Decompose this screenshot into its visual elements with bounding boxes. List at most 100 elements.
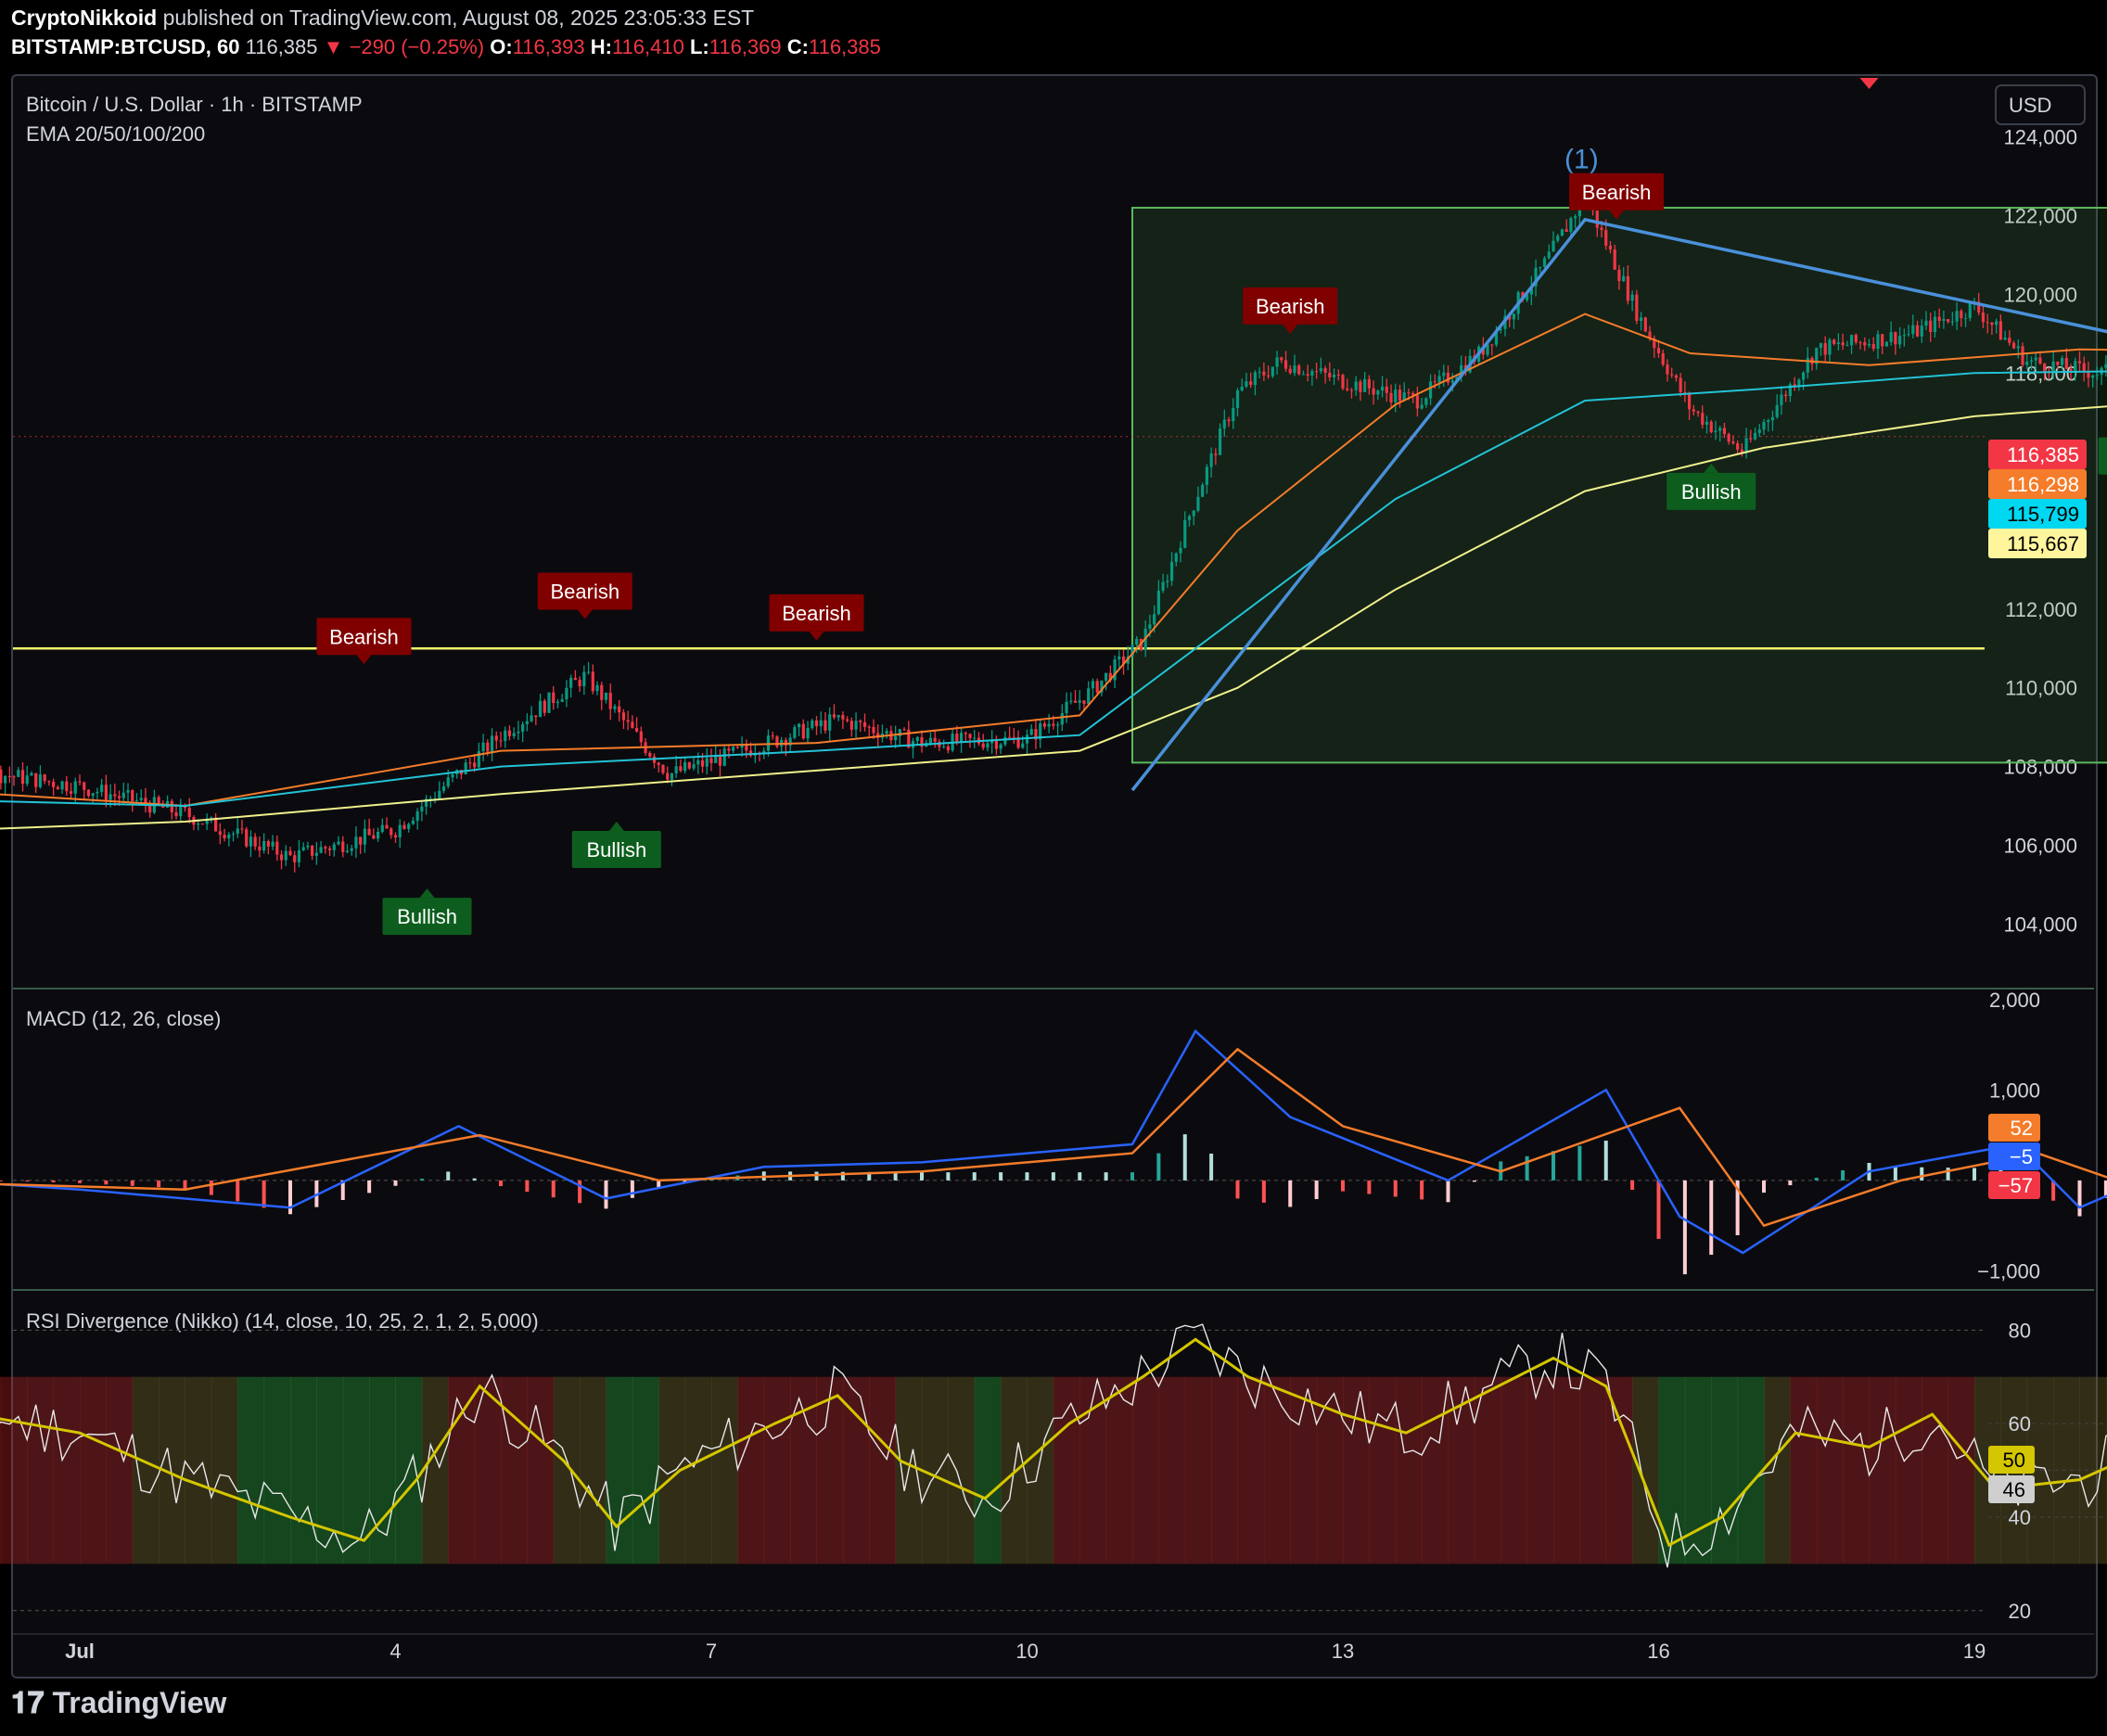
candle-body (1060, 713, 1064, 725)
candle-body (1744, 438, 1748, 453)
rsi-band-cell (1553, 1376, 1580, 1564)
candle-body (468, 762, 472, 764)
candle-body (732, 747, 735, 751)
main-pane-title: Bitcoin / U.S. Dollar · 1h · BITSTAMP (26, 93, 363, 116)
macd-pane-title: MACD (12, 26, close) (26, 1007, 221, 1030)
rsi-band-cell (1526, 1376, 1554, 1564)
candle-body (1415, 395, 1419, 409)
candle-body (1169, 561, 1174, 581)
candle-body (1688, 393, 1692, 410)
candle-body (1858, 342, 1862, 344)
candle-body (0, 769, 3, 784)
rsi-band-cell (53, 1376, 81, 1564)
rsi-band-cell (1764, 1376, 1791, 1564)
event-marker-icon (1859, 78, 1879, 89)
candle-body (1907, 334, 1910, 336)
candle-body (1960, 311, 1963, 319)
macd-bar (1841, 1170, 1845, 1181)
price-tag-label: 115,799 (2007, 503, 2079, 526)
rsi-band-cell (27, 1376, 55, 1564)
candle-body (1056, 724, 1060, 726)
candle-body (854, 721, 858, 730)
candle-body (1542, 258, 1547, 267)
candle-body (200, 823, 205, 825)
candle-body (1784, 394, 1788, 397)
rsi-band-cell (211, 1376, 238, 1564)
candle-body (223, 835, 226, 839)
candle-body (718, 756, 722, 766)
candle-body (1705, 421, 1709, 425)
candle-body (1376, 390, 1380, 395)
rsi-band-cell (316, 1376, 344, 1564)
chart-canvas[interactable]: Bitcoin / U.S. Dollar · 1h · BITSTAMP EMA… (0, 0, 2107, 1736)
candle-body (613, 706, 617, 709)
macd-bar (1051, 1172, 1055, 1181)
macd-bar (1130, 1172, 1134, 1181)
candle-body (1924, 320, 1928, 326)
candle-body (512, 733, 516, 736)
candle-body (604, 692, 608, 700)
candle-body (12, 776, 16, 778)
candle-body (1876, 334, 1880, 349)
candle-body (1372, 388, 1375, 395)
candle-body (1981, 313, 1986, 323)
rsi-band-cell (1632, 1376, 1659, 1564)
candle-body (1692, 409, 1695, 412)
candle-body (1757, 429, 1761, 433)
candle-body (1280, 357, 1283, 361)
rsi-band-cell (1737, 1376, 1765, 1564)
candle-body (86, 789, 91, 797)
signal-pointer (356, 655, 372, 665)
candle-body (894, 735, 898, 741)
candle-body (1232, 407, 1235, 422)
signal-pointer (608, 822, 624, 832)
candle-body (1894, 332, 1897, 345)
bullish-signal: Bullish (382, 888, 472, 936)
candle-body (109, 794, 112, 800)
macd-bar (1393, 1180, 1398, 1197)
candle-body (1201, 484, 1205, 497)
candle-body (245, 829, 249, 847)
candle-body (586, 671, 591, 673)
rsi-band-cell (1027, 1376, 1054, 1564)
signal-label: Bearish (551, 580, 620, 603)
rsi-band-cell (369, 1376, 396, 1564)
candle-body (1105, 672, 1108, 681)
rsi-band-cell (1843, 1376, 1870, 1564)
candle-body (849, 721, 853, 730)
macd-bar (157, 1180, 161, 1188)
candle-body (398, 824, 402, 837)
macd-bar (1156, 1153, 1161, 1181)
macd-bar (1788, 1180, 1793, 1186)
time-tick: 4 (389, 1640, 401, 1663)
candle-body (999, 744, 1002, 749)
candle-body (1007, 736, 1012, 738)
candle-body (319, 847, 323, 853)
candle-body (1753, 432, 1757, 440)
candle-body (1902, 335, 1906, 337)
rsi-band-cell (580, 1376, 607, 1564)
time-tick: 10 (1015, 1640, 1038, 1663)
candle-body (1867, 344, 1871, 346)
signal-label: Bearish (1256, 295, 1325, 318)
macd-bar (262, 1180, 266, 1208)
rsi-band-cell (290, 1376, 317, 1564)
candle-body (1082, 700, 1086, 705)
rsi-band-cell (1105, 1376, 1133, 1564)
candle-body (2038, 357, 2042, 364)
candle-body (591, 671, 594, 692)
candle-body (828, 714, 832, 731)
signal-label: Bullish (1681, 480, 1742, 504)
candle-body (1574, 216, 1577, 219)
candle-body (1613, 249, 1616, 270)
candle-body (560, 699, 564, 702)
rsi-band-cell (1711, 1376, 1739, 1564)
candle-body (1446, 372, 1450, 383)
candle-body (1823, 343, 1827, 355)
candle-body (1153, 614, 1156, 625)
candle-body (709, 758, 713, 763)
candle-body (1052, 723, 1055, 726)
candle-body (499, 740, 503, 742)
candle-body (372, 835, 376, 839)
candle-body (91, 793, 95, 797)
